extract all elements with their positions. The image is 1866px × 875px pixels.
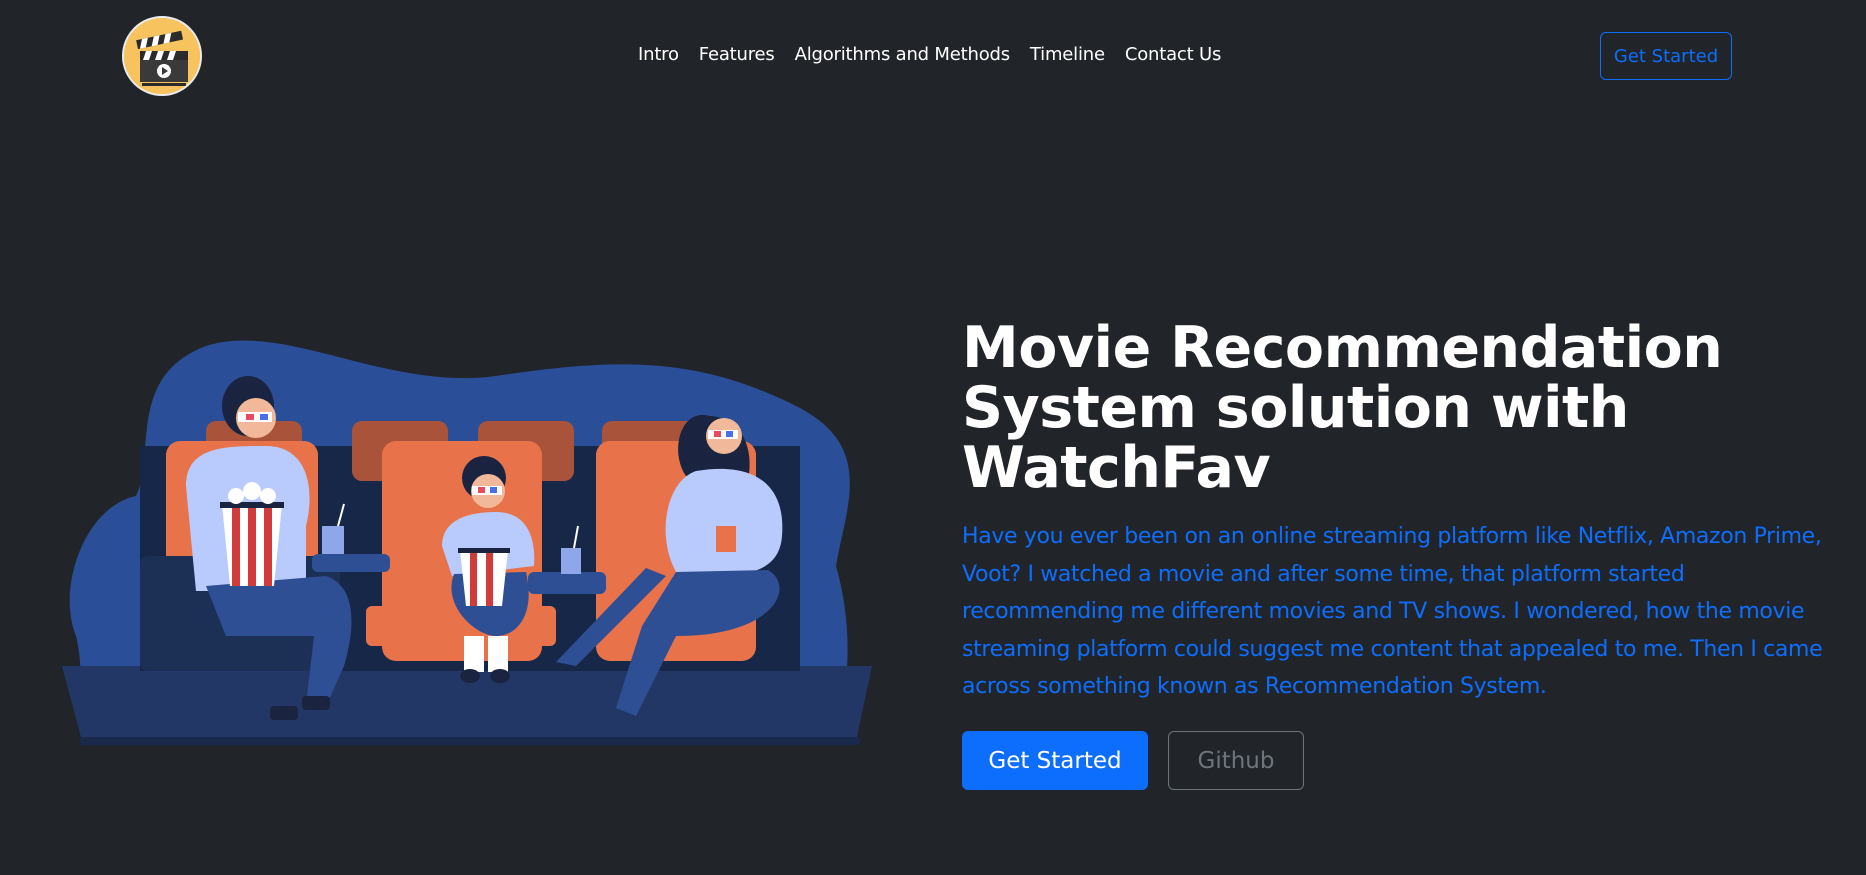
hero-lead: Have you ever been on an online streamin… [962,524,1823,699]
navbar: Intro Features Algorithms and Methods Ti… [0,0,1866,112]
movie-clapperboard-icon [124,18,200,94]
family-cinema-illustration [62,340,872,745]
hero-title: Movie Recommendation System solution wit… [962,315,1723,501]
nav-link-contact[interactable]: Contact Us [1125,44,1222,65]
hero-text: Movie Recommendation System solution wit… [962,318,1842,706]
hero-buttons: Get Started Github [962,731,1304,790]
nav-links: Intro Features Algorithms and Methods Ti… [638,44,1221,65]
nav-get-started-button[interactable]: Get Started [1600,32,1732,80]
github-button[interactable]: Github [1168,731,1304,790]
get-started-button[interactable]: Get Started [962,731,1148,790]
nav-link-algorithms[interactable]: Algorithms and Methods [795,44,1011,65]
nav-link-timeline[interactable]: Timeline [1030,44,1105,65]
nav-link-features[interactable]: Features [699,44,775,65]
brand-logo[interactable] [122,16,202,96]
nav-link-intro[interactable]: Intro [638,44,679,65]
hero-illustration [56,336,876,750]
